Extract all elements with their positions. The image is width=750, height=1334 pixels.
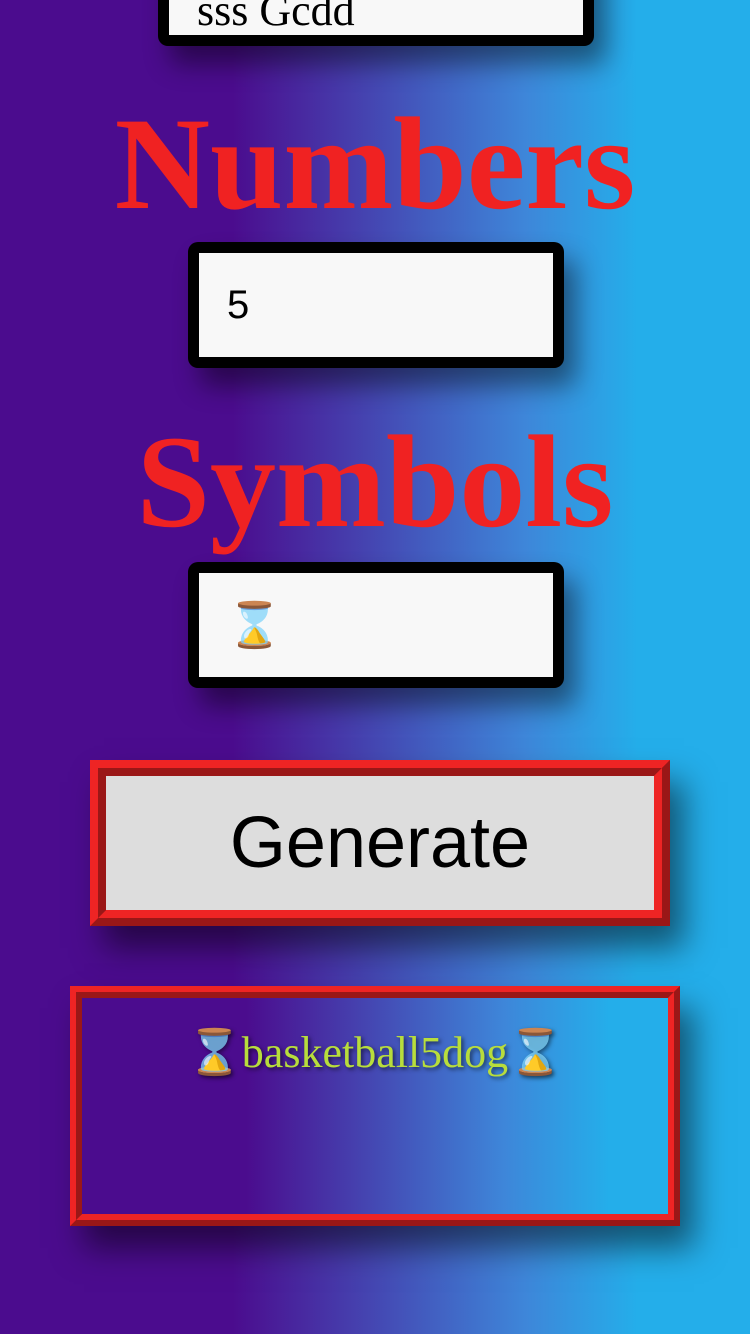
symbols-heading: Symbols: [136, 408, 614, 555]
generate-button[interactable]: Generate: [90, 760, 670, 926]
symbols-input[interactable]: [188, 562, 564, 688]
numbers-heading: Numbers: [114, 90, 636, 237]
numbers-input[interactable]: [188, 242, 564, 368]
word-input[interactable]: sss Gcdd: [158, 0, 594, 46]
word-input-value: sss Gcdd: [197, 0, 355, 35]
generated-password: ⌛basketball5dog⌛: [187, 1028, 563, 1077]
result-box: ⌛basketball5dog⌛: [70, 986, 680, 1226]
